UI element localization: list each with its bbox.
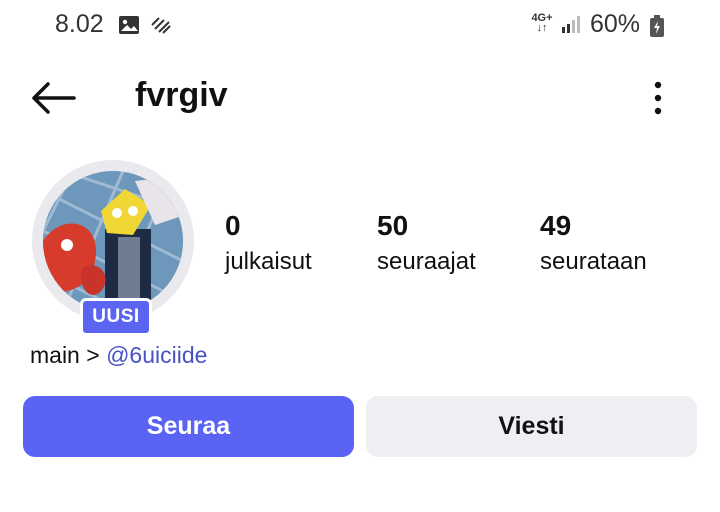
profile-username: fvrgiv xyxy=(135,76,228,114)
stat-posts-label: julkaisut xyxy=(225,248,312,275)
new-user-badge: UUSI xyxy=(80,298,152,336)
more-vertical-icon[interactable] xyxy=(645,80,671,116)
stat-followers-label: seuraajat xyxy=(377,248,476,275)
signal-bars-icon xyxy=(562,16,580,33)
bio-mention-link[interactable]: @6uiciide xyxy=(106,342,207,368)
status-time: 8.02 xyxy=(55,10,104,38)
avatar-image xyxy=(43,171,183,311)
stat-followers-value: 50 xyxy=(377,210,409,241)
message-button[interactable]: Viesti xyxy=(366,396,697,457)
follow-button[interactable]: Seuraa xyxy=(23,396,354,457)
data-sync-icon xyxy=(151,17,171,34)
stat-followers[interactable]: 50 seuraajat xyxy=(377,210,476,276)
profile-bio: main > @6uiciide xyxy=(30,342,207,369)
network-type-label: 4G+ ↓↑ xyxy=(531,12,553,34)
image-icon xyxy=(119,16,139,34)
stat-posts[interactable]: 0 julkaisut xyxy=(225,210,312,276)
stat-following-label: seurataan xyxy=(540,248,647,275)
battery-icon xyxy=(650,15,664,37)
bio-text: main > xyxy=(30,342,107,368)
stat-following[interactable]: 49 seurataan xyxy=(540,210,647,276)
avatar[interactable] xyxy=(43,171,183,311)
back-arrow-icon[interactable] xyxy=(30,80,76,116)
stat-following-value: 49 xyxy=(540,210,572,241)
battery-percent: 60% xyxy=(590,10,641,38)
stat-posts-value: 0 xyxy=(225,210,241,241)
